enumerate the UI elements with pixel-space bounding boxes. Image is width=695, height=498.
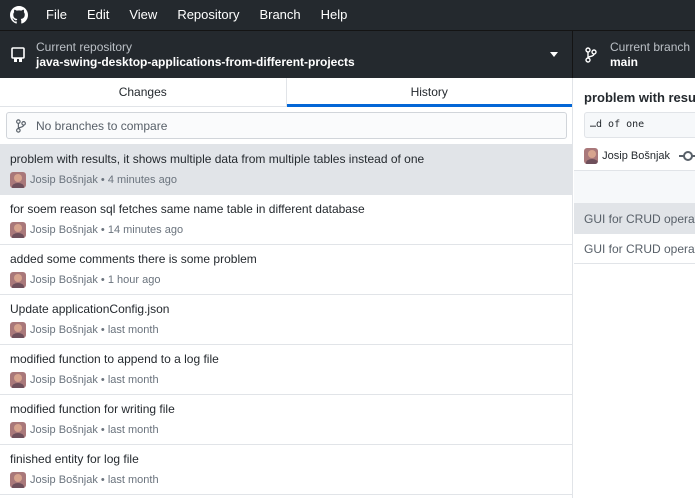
tab-history[interactable]: History <box>286 78 573 107</box>
commit-time: 4 minutes ago <box>107 174 177 186</box>
commit-detail-author: Josip Bošnjak <box>602 150 671 162</box>
tab-changes[interactable]: Changes <box>0 78 287 106</box>
avatar <box>10 172 26 188</box>
commit-meta: Josip Bošnjak • last month <box>10 372 572 388</box>
commit-time: last month <box>107 374 159 386</box>
commit-summary: Update applicationConfig.json <box>10 302 170 316</box>
commit-detail-description: …d of one <box>584 112 695 138</box>
commit-detail-header: problem with resu …d of one Josip Bošnja… <box>574 78 695 171</box>
commit-meta: Josip Bošnjak • last month <box>10 422 572 438</box>
meta-separator: • <box>97 224 108 236</box>
avatar <box>10 372 26 388</box>
branch-caption: Current branch <box>610 39 691 54</box>
menu-repository[interactable]: Repository <box>167 0 249 30</box>
commit-meta: Josip Bošnjak • last month <box>10 322 572 338</box>
menu-bar: File Edit View Repository Branch Help <box>0 0 695 30</box>
commit-detail-panel: problem with resu …d of one Josip Bošnja… <box>574 78 695 498</box>
avatar <box>10 422 26 438</box>
chevron-down-icon <box>550 52 558 57</box>
commit-meta: Josip Bošnjak • last month <box>10 472 572 488</box>
commit-author: Josip Bošnjak <box>30 374 98 386</box>
commit-time: last month <box>107 474 159 486</box>
current-branch-button[interactable]: Current branch main <box>573 31 695 79</box>
commit-list-item[interactable]: for soem reason sql fetches same name ta… <box>0 195 572 245</box>
changed-file-item[interactable]: GUI for CRUD operat <box>574 234 695 264</box>
commit-list-item[interactable]: Update applicationConfig.json Josip Bošn… <box>0 295 572 345</box>
compare-placeholder: No branches to compare <box>36 118 168 133</box>
git-commit-icon <box>679 151 695 161</box>
commit-author: Josip Bošnjak <box>30 274 98 286</box>
commit-summary: finished entity for log file <box>10 452 139 466</box>
commit-summary: problem with results, it shows multiple … <box>10 152 425 166</box>
commit-author: Josip Bošnjak <box>30 224 98 236</box>
commit-meta: Josip Bošnjak • 1 hour ago <box>10 272 572 288</box>
commit-detail-title: problem with resu <box>584 90 695 105</box>
commit-author: Josip Bošnjak <box>30 174 98 186</box>
meta-separator: • <box>97 274 108 286</box>
menu-file[interactable]: File <box>36 0 77 30</box>
menu-view[interactable]: View <box>119 0 167 30</box>
commit-summary: modified function to append to a log fil… <box>10 352 219 366</box>
commit-summary: modified function for writing file <box>10 402 175 416</box>
commit-list-item[interactable]: finished entity for log file Josip Bošnj… <box>0 445 572 495</box>
menu-edit[interactable]: Edit <box>77 0 119 30</box>
commit-meta: Josip Bošnjak • 14 minutes ago <box>10 222 572 238</box>
repository-name: java-swing-desktop-applications-from-dif… <box>36 54 355 69</box>
meta-separator: • <box>97 324 108 336</box>
commit-summary: for soem reason sql fetches same name ta… <box>10 202 365 216</box>
commit-list-item[interactable]: added some comments there is some proble… <box>0 245 572 295</box>
branch-icon <box>585 47 597 63</box>
commit-list-item[interactable]: problem with results, it shows multiple … <box>0 145 572 195</box>
commit-time: last month <box>107 424 159 436</box>
repository-text: Current repository java-swing-desktop-ap… <box>36 40 355 71</box>
commit-detail-meta: Josip Bošnjak <box>584 148 695 164</box>
meta-separator: • <box>97 474 108 486</box>
commit-author: Josip Bošnjak <box>30 424 98 436</box>
avatar <box>10 272 26 288</box>
changed-file-item[interactable]: GUI for CRUD operat <box>574 204 695 234</box>
branch-text: Current branch main <box>610 40 690 71</box>
commit-summary: added some comments there is some proble… <box>10 252 257 266</box>
avatar <box>10 222 26 238</box>
compare-bar: No branches to compare <box>0 107 572 145</box>
menu-branch[interactable]: Branch <box>249 0 310 30</box>
history-panel: Changes History No branches to compare p… <box>0 78 573 498</box>
commit-time: last month <box>107 324 159 336</box>
repository-caption: Current repository <box>36 39 133 54</box>
avatar <box>584 148 599 164</box>
menu-help[interactable]: Help <box>311 0 358 30</box>
commit-author: Josip Bošnjak <box>30 474 98 486</box>
branch-icon <box>16 118 26 133</box>
commit-time: 14 minutes ago <box>107 224 184 236</box>
commit-list-item[interactable]: modified function to append to a log fil… <box>0 345 572 395</box>
meta-separator: • <box>97 424 108 436</box>
avatar <box>10 472 26 488</box>
github-logo-icon <box>10 6 28 24</box>
commit-author: Josip Bošnjak <box>30 324 98 336</box>
commit-meta: Josip Bošnjak • 4 minutes ago <box>10 172 572 188</box>
meta-separator: • <box>97 374 108 386</box>
compare-branch-input[interactable]: No branches to compare <box>6 112 567 139</box>
current-repository-button[interactable]: Current repository java-swing-desktop-ap… <box>0 31 573 79</box>
tab-bar: Changes History <box>0 78 572 107</box>
toolbar: Current repository java-swing-desktop-ap… <box>0 30 695 79</box>
avatar <box>10 322 26 338</box>
changed-files-header <box>574 171 695 204</box>
commit-time: 1 hour ago <box>107 274 161 286</box>
branch-name: main <box>610 54 639 69</box>
commit-list-item[interactable]: modified function for writing file Josip… <box>0 395 572 445</box>
repo-icon <box>11 47 25 62</box>
meta-separator: • <box>97 174 108 186</box>
